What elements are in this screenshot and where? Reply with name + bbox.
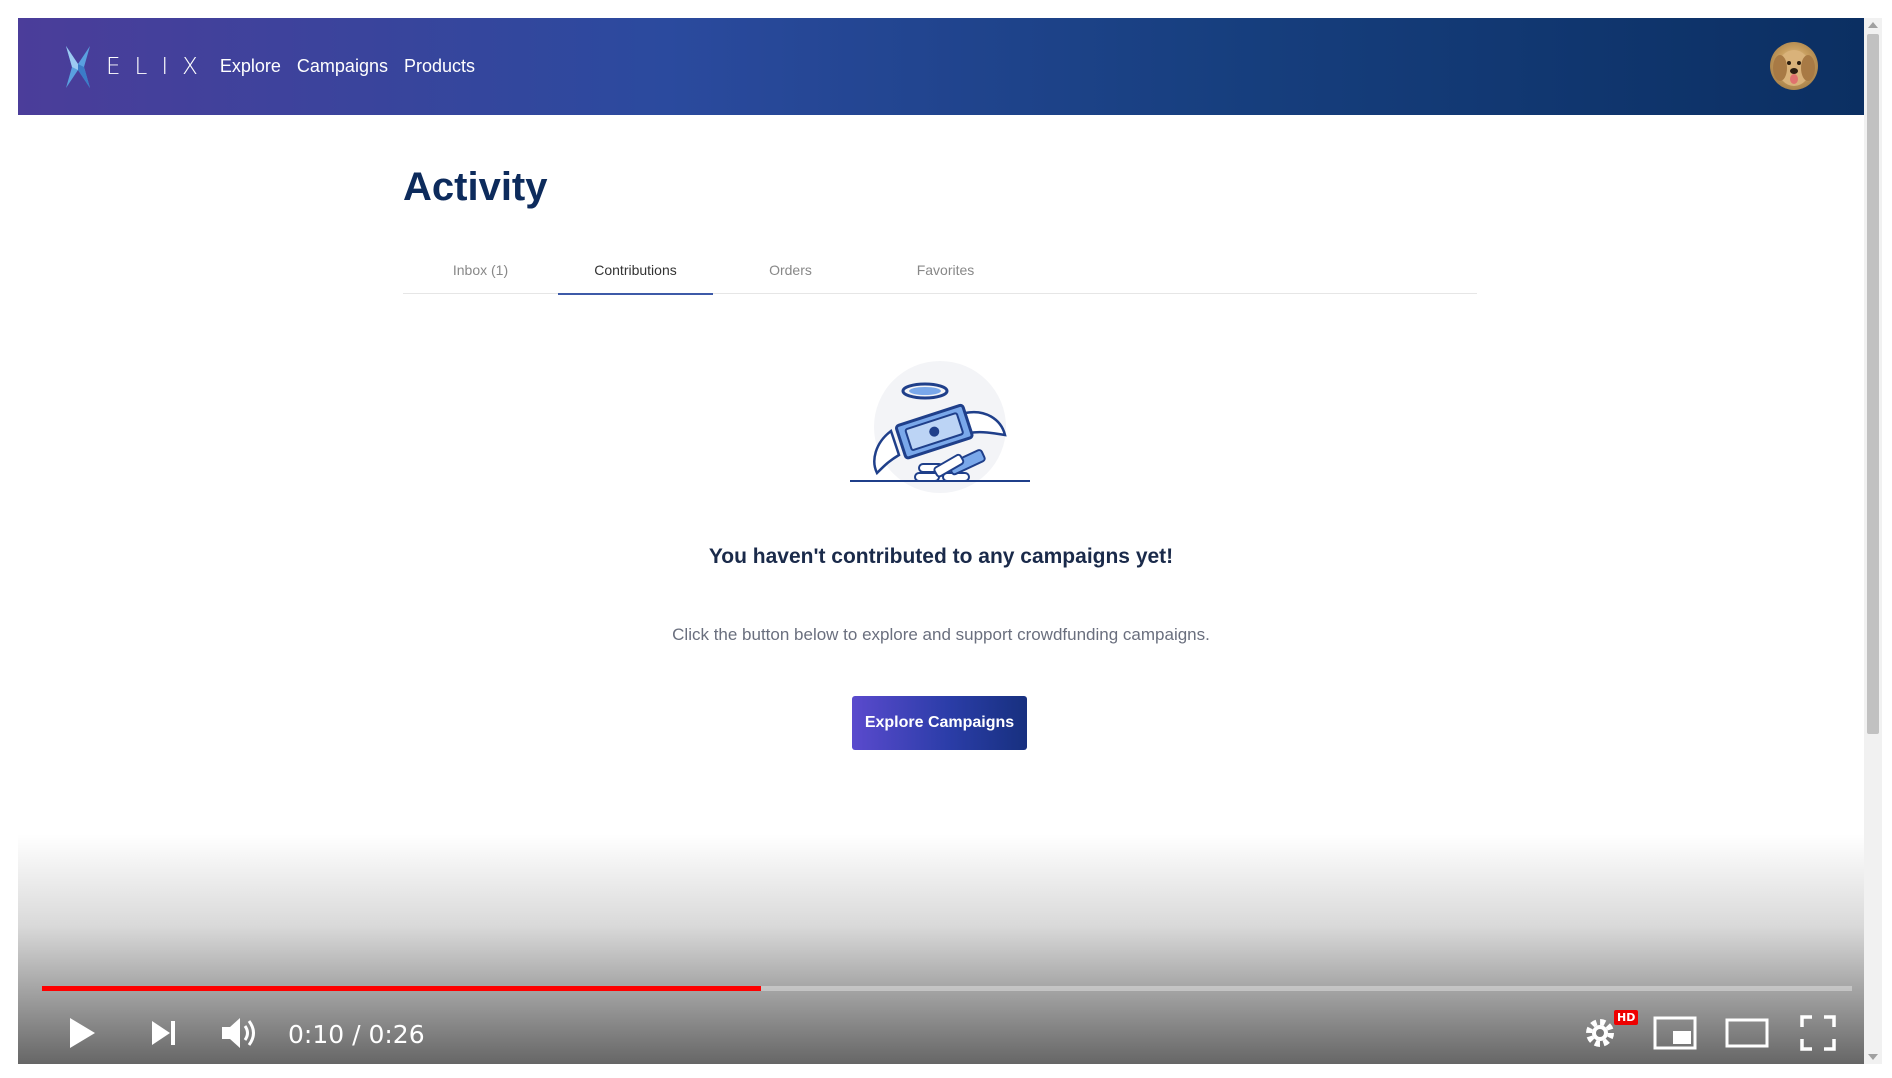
theater-mode-button[interactable] [1724, 1008, 1770, 1058]
site-header: ELIX Explore Campaigns Products [18, 18, 1864, 115]
tab-contributions[interactable]: Contributions [558, 250, 713, 295]
page-scrollbar[interactable] [1864, 18, 1882, 1064]
video-time-display: 0:10 / 0:26 [288, 1020, 425, 1049]
nav-explore[interactable]: Explore [220, 56, 281, 77]
video-controls: 0:10 / 0:26 HD [18, 1008, 1864, 1058]
nav-products[interactable]: Products [404, 56, 475, 77]
dog-avatar-icon [1773, 50, 1815, 86]
fullscreen-button[interactable] [1798, 1008, 1838, 1058]
mute-button[interactable] [218, 1008, 262, 1058]
flying-money-illustration-icon [850, 361, 1030, 493]
play-button[interactable] [62, 1008, 102, 1058]
elix-logo-icon [66, 45, 90, 88]
volume-icon [222, 1018, 255, 1048]
scroll-down-icon[interactable] [1868, 1054, 1878, 1060]
empty-state-subtext: Click the button below to explore and su… [672, 625, 1210, 644]
tab-inbox[interactable]: Inbox (1) [403, 250, 558, 294]
main-nav: Explore Campaigns Products [220, 56, 491, 77]
page-title: Activity [403, 165, 548, 209]
miniplayer-icon [1653, 1016, 1697, 1050]
explore-campaigns-button[interactable]: Explore Campaigns [852, 696, 1027, 750]
empty-state-heading: You haven't contributed to any campaigns… [708, 545, 1174, 568]
skip-next-icon [152, 1021, 175, 1045]
scroll-up-icon[interactable] [1868, 22, 1878, 28]
activity-tabs: Inbox (1) Contributions Orders Favorites [403, 250, 1477, 295]
video-frame: ELIX Explore Campaigns Products Activity [18, 18, 1882, 1064]
tab-orders[interactable]: Orders [713, 250, 868, 294]
miniplayer-button[interactable] [1652, 1008, 1698, 1058]
video-progress-bar[interactable] [42, 986, 1852, 991]
theater-mode-icon [1725, 1018, 1769, 1048]
play-icon [70, 1018, 95, 1048]
tab-favorites[interactable]: Favorites [868, 250, 1023, 294]
fullscreen-icon [1800, 1015, 1836, 1051]
hd-badge: HD [1614, 1010, 1639, 1025]
logo-text: ELIX [106, 53, 212, 80]
logo[interactable]: ELIX [64, 45, 212, 88]
gear-icon [1586, 1019, 1614, 1047]
video-progress-played [42, 986, 761, 991]
nav-campaigns[interactable]: Campaigns [297, 56, 388, 77]
next-button[interactable] [146, 1008, 182, 1058]
scrollbar-thumb[interactable] [1867, 34, 1879, 734]
avatar[interactable] [1770, 42, 1818, 90]
